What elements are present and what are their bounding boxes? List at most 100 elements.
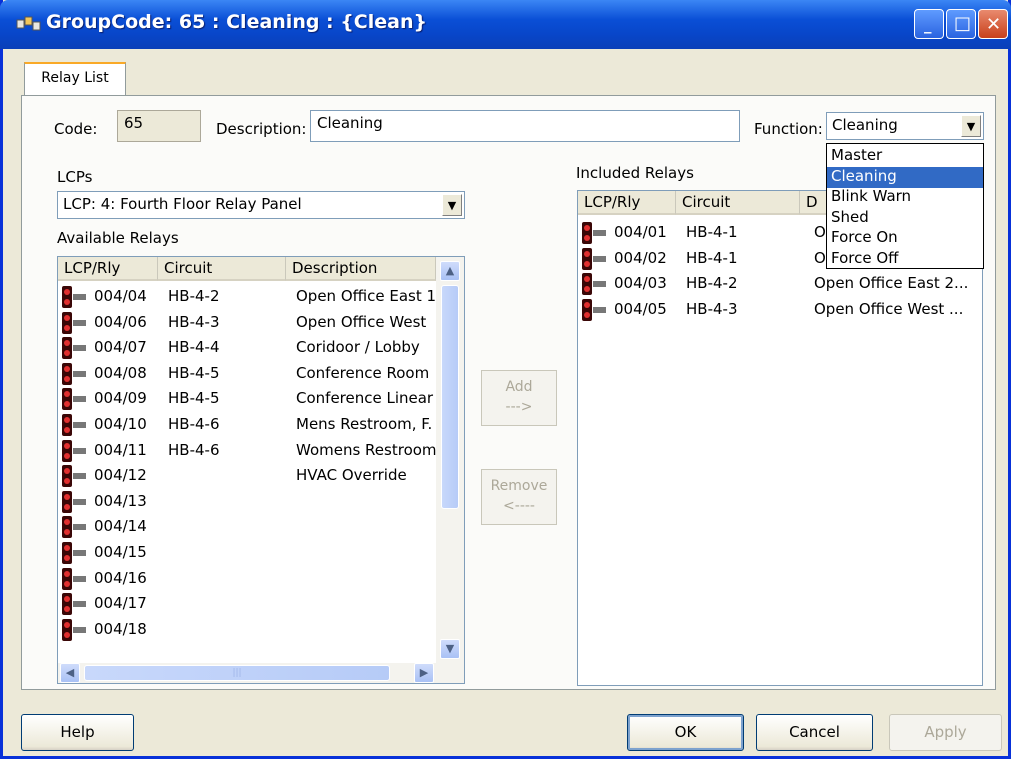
cell-lcp-rly: 004/02 (614, 248, 667, 267)
code-field: 65 (117, 110, 201, 142)
tab-label: Relay List (41, 70, 109, 86)
ok-button[interactable]: OK (627, 714, 744, 751)
vertical-scrollbar[interactable]: ▲ ▼ (436, 257, 464, 663)
list-item[interactable]: 004/18 (58, 617, 464, 643)
menu-item[interactable]: Cleaning (827, 166, 983, 188)
list-item[interactable]: 004/13 (58, 489, 464, 515)
scroll-thumb-horizontal[interactable]: ||| (84, 665, 390, 681)
relay-icon (62, 311, 88, 334)
list-item[interactable]: 004/17 (58, 591, 464, 617)
apply-button[interactable]: Apply (889, 714, 1002, 751)
cell-description: Coridoor / Lobby (296, 338, 420, 357)
cell-circuit: HB-4-4 (168, 338, 220, 357)
relay-icon (62, 362, 88, 385)
cancel-button[interactable]: Cancel (756, 714, 873, 751)
cell-lcp-rly: 004/18 (94, 619, 147, 638)
title-bar[interactable]: GroupCode: 65 : Cleaning : {Clean} _ □ ✕ (0, 0, 1011, 49)
cell-circuit: HB-4-1 (686, 248, 738, 267)
relay-icon (62, 286, 88, 308)
list-item[interactable]: 004/15 (58, 540, 464, 566)
list-item[interactable]: 004/07 HB-4-4 Coridoor / Lobby (58, 335, 464, 361)
group-code-icon (16, 16, 41, 31)
column-header-description[interactable]: Description (286, 257, 436, 281)
maximize-button[interactable]: □ (946, 9, 976, 39)
cell-lcp-rly: 004/07 (94, 338, 147, 357)
help-button[interactable]: Help (21, 714, 134, 751)
scroll-thumb[interactable] (441, 285, 459, 509)
list-item[interactable]: 004/05 HB-4-3 Open Office West ... (578, 297, 982, 323)
relay-icon (62, 542, 88, 564)
available-relays-list[interactable]: LCP/Rly Circuit Description 004/04 HB-4-2… (57, 256, 465, 684)
cell-description: Open Office West ... (814, 299, 964, 318)
horizontal-scrollbar[interactable]: ◀ ||| ▶ (58, 663, 464, 683)
scroll-down-icon[interactable]: ▼ (440, 639, 460, 659)
cell-lcp-rly: 004/08 (94, 363, 147, 382)
scroll-up-icon[interactable]: ▲ (440, 261, 460, 281)
close-icon: ✕ (986, 14, 1002, 35)
list-item[interactable]: 004/10 HB-4-6 Mens Restroom, F. (58, 412, 464, 438)
relay-icon (62, 439, 88, 462)
cell-lcp-rly: 004/16 (94, 568, 147, 587)
minimize-button[interactable]: _ (914, 9, 944, 39)
cell-description: Womens Restroom (296, 440, 436, 459)
menu-item[interactable]: Force On (827, 228, 983, 249)
lcp-value: LCP: 4: Fourth Floor Relay Panel (63, 195, 302, 213)
cell-circuit: HB-4-6 (168, 440, 220, 459)
column-header-lcp-rly[interactable]: LCP/Rly (578, 191, 676, 215)
remove-arrow: <---- (503, 498, 535, 514)
relay-icon (62, 516, 88, 539)
cell-description: HVAC Override (296, 466, 407, 485)
scroll-right-icon[interactable]: ▶ (414, 663, 434, 683)
relay-icon (582, 298, 608, 321)
menu-item[interactable]: Force Off (827, 249, 983, 270)
list-item[interactable]: 004/11 HB-4-6 Womens Restroom (58, 438, 464, 464)
list-item[interactable]: 004/09 HB-4-5 Conference Linear (58, 386, 464, 412)
relay-icon (62, 414, 88, 436)
cell-description: Conference Room (296, 363, 430, 382)
lcp-select[interactable]: LCP: 4: Fourth Floor Relay Panel ▼ (57, 191, 465, 219)
cell-lcp-rly: 004/06 (94, 312, 147, 331)
list-item[interactable]: 004/14 (58, 514, 464, 540)
function-dropdown-menu[interactable]: Master Cleaning Blink Warn Shed Force On Forc… (826, 143, 984, 269)
list-item[interactable]: 004/12 HVAC Override (58, 463, 464, 489)
column-header-circuit[interactable]: Circuit (158, 257, 286, 281)
list-item[interactable]: 004/03 HB-4-2 Open Office East 2... (578, 271, 982, 297)
list-item[interactable]: 004/06 HB-4-3 Open Office West (58, 310, 464, 336)
cell-lcp-rly: 004/01 (614, 223, 667, 241)
description-label: Description: (216, 120, 307, 138)
relay-icon (582, 247, 608, 270)
cell-circuit: HB-4-5 (168, 389, 220, 408)
list-item[interactable]: 004/04 HB-4-2 Open Office East 1 (58, 284, 464, 310)
scroll-left-icon[interactable]: ◀ (60, 663, 80, 683)
cell-lcp-rly: 004/09 (94, 389, 147, 408)
cell-lcp-rly: 004/13 (94, 491, 147, 510)
list-item[interactable]: 004/16 (58, 566, 464, 592)
tab-relay-list[interactable]: Relay List (24, 62, 126, 96)
available-relays-label: Available Relays (57, 229, 179, 247)
cell-lcp-rly: 004/03 (614, 274, 667, 293)
relay-icon (62, 490, 88, 513)
menu-item[interactable]: Master (827, 146, 983, 167)
description-field[interactable]: Cleaning (310, 110, 740, 142)
chevron-down-icon[interactable]: ▼ (961, 115, 981, 137)
cell-lcp-rly: 004/05 (614, 299, 667, 318)
function-select[interactable]: Cleaning ▼ (826, 112, 984, 140)
remove-button[interactable]: Remove <---- (481, 469, 557, 525)
minimize-icon: _ (924, 16, 932, 34)
add-button[interactable]: Add ---> (481, 370, 557, 426)
lcps-label: LCPs (57, 168, 93, 186)
chevron-down-icon[interactable]: ▼ (442, 194, 462, 216)
function-label: Function: (754, 120, 823, 138)
column-header-lcp-rly[interactable]: LCP/Rly (58, 257, 158, 281)
function-value: Cleaning (832, 116, 898, 134)
cell-description: Mens Restroom, F. (296, 415, 433, 433)
cell-circuit: HB-4-3 (168, 312, 220, 331)
menu-item[interactable]: Blink Warn (827, 187, 983, 208)
column-header-circuit[interactable]: Circuit (676, 191, 800, 215)
cell-circuit: HB-4-2 (686, 274, 738, 293)
menu-item[interactable]: Shed (827, 208, 983, 229)
relay-icon (582, 273, 608, 296)
relay-icon (62, 618, 88, 641)
list-item[interactable]: 004/08 HB-4-5 Conference Room (58, 361, 464, 387)
close-button[interactable]: ✕ (978, 9, 1008, 39)
